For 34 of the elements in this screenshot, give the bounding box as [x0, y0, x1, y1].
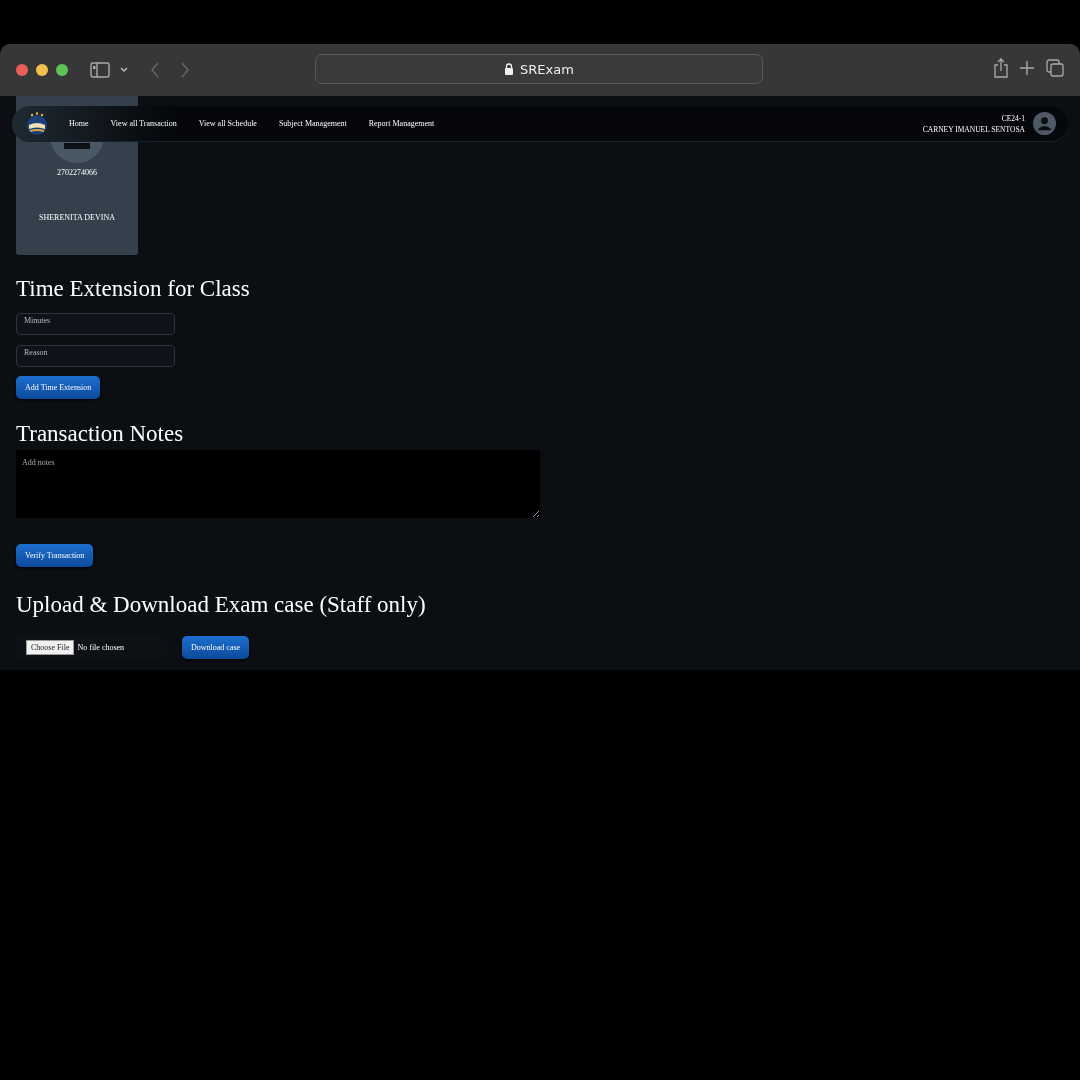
address-bar[interactable]: SRExam [315, 54, 763, 84]
section-title: Time Extension for Class [16, 275, 251, 303]
field-label: Minutes [23, 316, 52, 325]
download-button[interactable]: Download case [182, 635, 250, 659]
section-title: Transaction Notes [16, 420, 185, 448]
share-icon[interactable] [994, 58, 1008, 78]
nav-link[interactable]: View all Schedule [198, 119, 257, 128]
tabs-icon[interactable] [1046, 59, 1064, 77]
verify-button[interactable]: Verify Transaction [16, 544, 94, 567]
notes-field[interactable]: Add notes [16, 450, 540, 518]
plus-icon[interactable] [1020, 61, 1034, 75]
choose-file-button[interactable]: Choose File [26, 639, 75, 655]
nav-link[interactable]: Home [69, 119, 89, 128]
student-id: 2702274066 [57, 168, 97, 177]
minimize-button[interactable] [36, 64, 48, 76]
crest-logo-icon [26, 110, 48, 137]
user-avatar-icon[interactable] [1033, 112, 1056, 135]
lock-icon [504, 63, 515, 75]
student-name: SHERENITA DEVINA [39, 213, 115, 222]
nav-link[interactable]: Subject Management [278, 119, 347, 128]
chevron-down-icon[interactable] [120, 67, 128, 73]
nav-link[interactable]: View all Transaction [110, 119, 177, 128]
forward-icon[interactable] [180, 62, 190, 78]
input-field[interactable] [16, 345, 175, 367]
nav-link[interactable]: Report Management [368, 119, 435, 128]
section-title: Upload & Download Exam case (Staff only) [16, 591, 427, 619]
add-time-extension-button[interactable]: Add Time Extension [16, 376, 101, 399]
file-status: No file chosen [77, 642, 125, 652]
sidebar-icon[interactable] [90, 62, 110, 78]
maximize-button[interactable] [56, 64, 68, 76]
close-button[interactable] [16, 64, 28, 76]
input-field[interactable] [16, 313, 175, 335]
back-icon[interactable] [150, 62, 160, 78]
field-label: Reason [23, 348, 49, 357]
